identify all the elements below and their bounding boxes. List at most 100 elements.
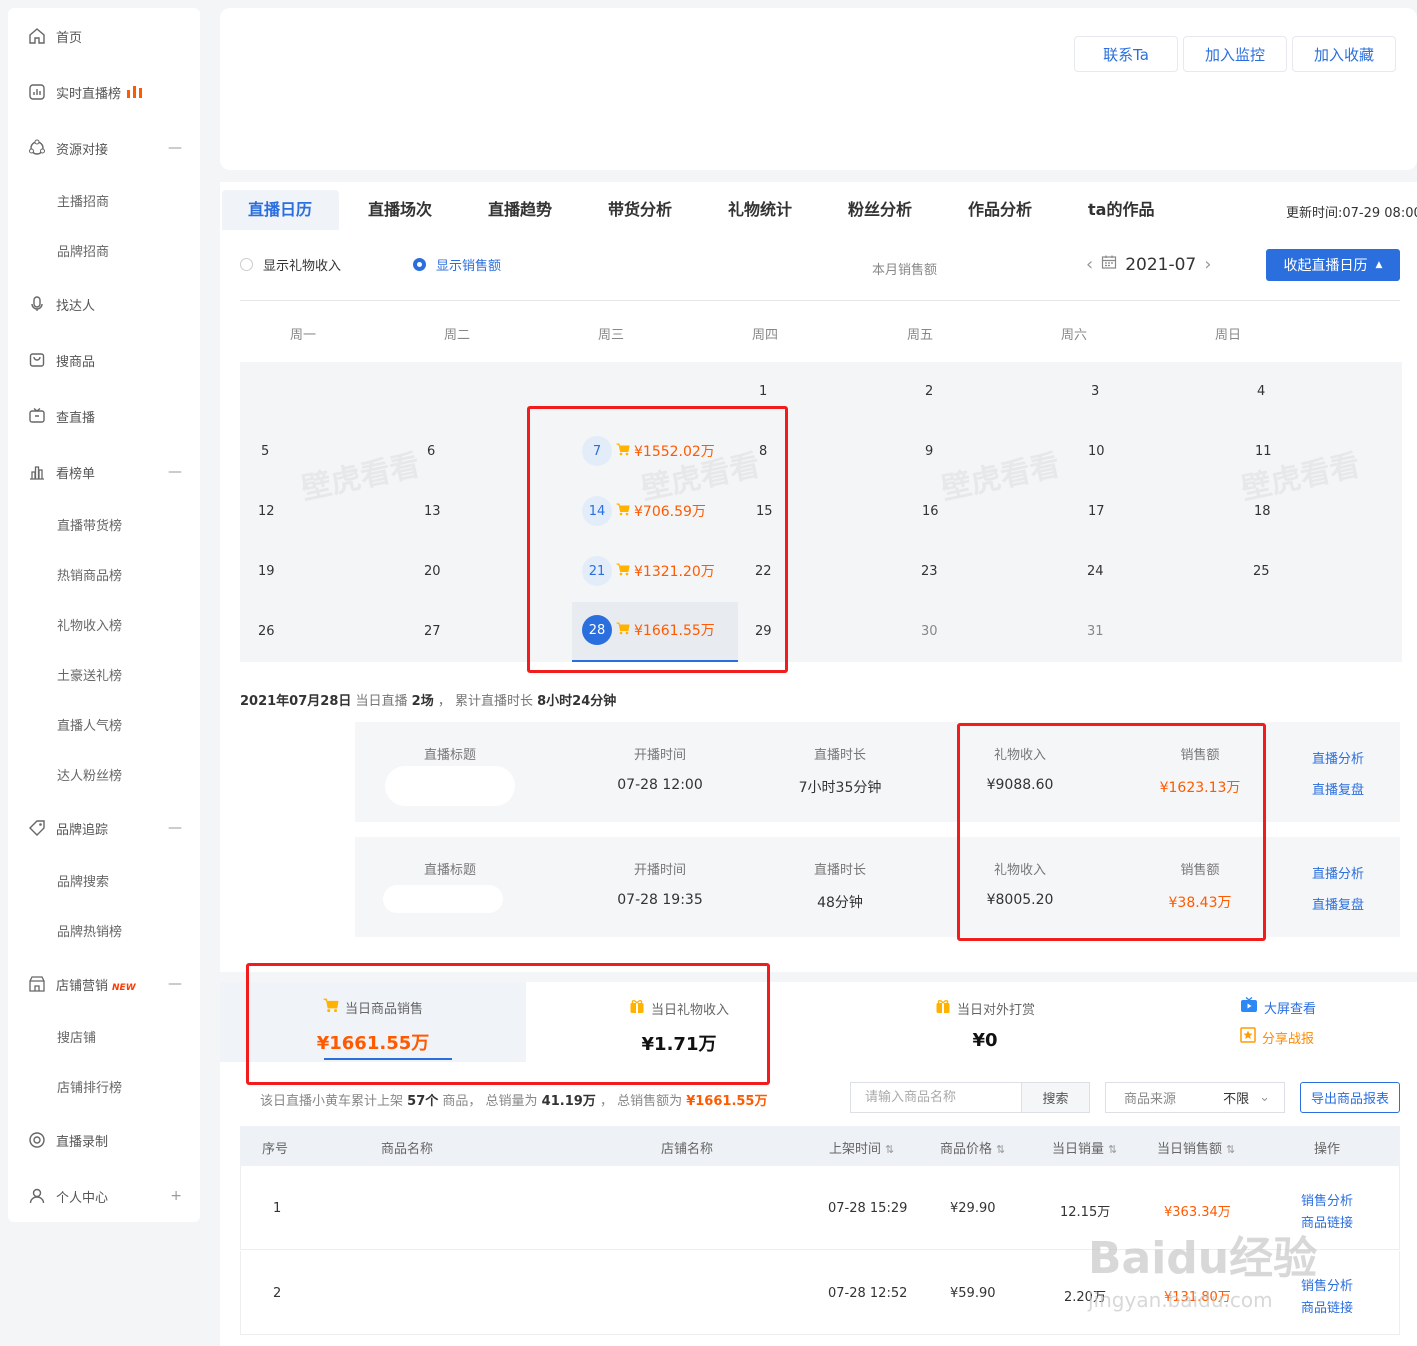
live-day-badge[interactable]: 7 — [582, 436, 612, 466]
tab-works-analysis[interactable]: 作品分析 — [968, 190, 1032, 230]
sub-live-sales-rank[interactable]: 直播带货榜 — [57, 512, 122, 542]
stat-gift-income[interactable]: 当日礼物收入 ¥1.71万 — [526, 982, 832, 1062]
live-review-link[interactable]: 直播复盘 — [1312, 894, 1364, 913]
nav-store-marketing[interactable]: 店铺营销 NEW — — [8, 964, 200, 1004]
calendar-day[interactable]: 31 — [1087, 624, 1104, 639]
add-monitor-button[interactable]: 加入监控 — [1183, 36, 1287, 72]
collapse-icon[interactable]: — — [168, 820, 182, 836]
sub-hot-goods-rank[interactable]: 热销商品榜 — [57, 562, 122, 592]
calendar-day[interactable]: 4 — [1257, 384, 1265, 399]
calendar-day[interactable]: 15 — [756, 504, 773, 519]
sales-analysis-link[interactable]: 销售分析 — [1301, 1275, 1353, 1294]
calendar-day[interactable]: 2 — [925, 384, 933, 399]
calendar-day[interactable]: 3 — [1091, 384, 1099, 399]
sort-icon[interactable]: ⇅ — [996, 1143, 1005, 1156]
contact-button[interactable]: 联系Ta — [1074, 36, 1178, 72]
radio-show-sales[interactable]: 显示销售额 — [413, 255, 501, 274]
collapse-calendar-button[interactable]: 收起直播日历 ▲ — [1266, 249, 1400, 281]
live-day-sales[interactable]: ¥706.59万 — [616, 501, 706, 521]
stat-external-tips[interactable]: 当日对外打赏 ¥0 — [832, 982, 1138, 1062]
collapse-icon[interactable]: — — [168, 140, 182, 156]
tab-live-sessions[interactable]: 直播场次 — [368, 190, 432, 230]
nav-brand-track[interactable]: 品牌追踪 — — [8, 808, 200, 848]
calendar-day[interactable]: 24 — [1087, 564, 1104, 579]
sort-icon[interactable]: ⇅ — [1226, 1143, 1235, 1156]
nav-rankings[interactable]: 看榜单 — — [8, 452, 200, 492]
collapse-icon[interactable]: — — [168, 976, 182, 992]
sub-store-rank[interactable]: 店铺排行榜 — [57, 1074, 122, 1104]
calendar-day[interactable]: 18 — [1254, 504, 1271, 519]
add-favorite-button[interactable]: 加入收藏 — [1292, 36, 1396, 72]
tab-live-trend[interactable]: 直播趋势 — [488, 190, 552, 230]
calendar-day[interactable]: 8 — [759, 444, 767, 459]
calendar-day[interactable]: 23 — [921, 564, 938, 579]
nav-find-influencer[interactable]: 找达人 — [8, 284, 200, 324]
prev-month-icon[interactable]: ‹ — [1086, 254, 1093, 275]
calendar-day[interactable]: 12 — [258, 504, 275, 519]
search-button[interactable]: 搜索 — [1021, 1083, 1089, 1112]
calendar-day[interactable]: 5 — [261, 444, 269, 459]
goods-source-select[interactable]: 商品来源 不限 ⌄ — [1105, 1082, 1285, 1113]
export-goods-report-button[interactable]: 导出商品报表 — [1300, 1082, 1400, 1113]
tab-live-calendar[interactable]: 直播日历 — [248, 190, 312, 230]
radio-show-gift[interactable]: 显示礼物收入 — [240, 255, 341, 274]
calendar-day[interactable]: 29 — [755, 624, 772, 639]
goods-link[interactable]: 商品链接 — [1301, 1212, 1353, 1231]
current-month[interactable]: 2021-07 — [1125, 255, 1196, 275]
sort-icon[interactable]: ⇅ — [1108, 1143, 1117, 1156]
live-day-badge[interactable]: 14 — [582, 496, 612, 526]
sub-brand-invite[interactable]: 品牌招商 — [57, 238, 109, 268]
sub-fans-rank[interactable]: 达人粉丝榜 — [57, 762, 122, 792]
nav-search-goods[interactable]: 搜商品 — [8, 340, 200, 380]
nav-check-live[interactable]: 查直播 — [8, 396, 200, 436]
sub-brand-hot-rank[interactable]: 品牌热销榜 — [57, 918, 122, 948]
th-list-time[interactable]: 上架时间 ⇅ — [829, 1138, 894, 1157]
th-daily-amount[interactable]: 当日销售额 ⇅ — [1157, 1138, 1235, 1157]
sub-gift-income-rank[interactable]: 礼物收入榜 — [57, 612, 122, 642]
tab-gift-stats[interactable]: 礼物统计 — [728, 190, 792, 230]
nav-realtime-rank[interactable]: 实时直播榜 — [8, 72, 200, 112]
calendar-icon[interactable] — [1101, 254, 1117, 275]
collapse-icon[interactable]: — — [168, 464, 182, 480]
live-day-badge-selected[interactable]: 28 — [582, 615, 612, 645]
live-day-badge[interactable]: 21 — [582, 556, 612, 586]
calendar-day[interactable]: 27 — [424, 624, 441, 639]
nav-personal-center[interactable]: 个人中心 + — [8, 1176, 200, 1216]
nav-home[interactable]: 首页 — [8, 16, 200, 56]
stat-goods-sales[interactable]: 当日商品销售 ¥1661.55万 — [220, 982, 526, 1062]
tab-their-works[interactable]: ta的作品 — [1088, 190, 1154, 230]
sub-live-popularity-rank[interactable]: 直播人气榜 — [57, 712, 122, 742]
goods-search-input[interactable] — [851, 1083, 1021, 1112]
calendar-day[interactable]: 26 — [258, 624, 275, 639]
calendar-day[interactable]: 1 — [759, 384, 767, 399]
sub-brand-search[interactable]: 品牌搜索 — [57, 868, 109, 898]
calendar-day[interactable]: 20 — [424, 564, 441, 579]
live-day-sales[interactable]: ¥1661.55万 — [616, 620, 715, 640]
sales-analysis-link[interactable]: 销售分析 — [1301, 1190, 1353, 1209]
th-price[interactable]: 商品价格 ⇅ — [940, 1138, 1005, 1157]
sub-anchor-invite[interactable]: 主播招商 — [57, 188, 109, 218]
calendar-day[interactable]: 30 — [921, 624, 938, 639]
calendar-day[interactable]: 22 — [755, 564, 772, 579]
sub-tycoon-gift-rank[interactable]: 土豪送礼榜 — [57, 662, 122, 692]
tab-sales-analysis[interactable]: 带货分析 — [608, 190, 672, 230]
th-daily-volume[interactable]: 当日销量 ⇅ — [1052, 1138, 1117, 1157]
next-month-icon[interactable]: › — [1204, 254, 1211, 275]
calendar-day[interactable]: 16 — [922, 504, 939, 519]
live-review-link[interactable]: 直播复盘 — [1312, 779, 1364, 798]
share-report-link[interactable]: 分享战报 — [1240, 1027, 1314, 1047]
goods-link[interactable]: 商品链接 — [1301, 1297, 1353, 1316]
sub-search-store[interactable]: 搜店铺 — [57, 1024, 96, 1054]
calendar-day[interactable]: 17 — [1088, 504, 1105, 519]
calendar-day[interactable]: 13 — [424, 504, 441, 519]
expand-icon[interactable]: + — [170, 1188, 182, 1204]
tab-fans-analysis[interactable]: 粉丝分析 — [848, 190, 912, 230]
big-screen-link[interactable]: 大屏查看 — [1240, 996, 1316, 1017]
calendar-day[interactable]: 25 — [1253, 564, 1270, 579]
calendar-day[interactable]: 10 — [1088, 444, 1105, 459]
calendar-day[interactable]: 11 — [1255, 444, 1272, 459]
calendar-day[interactable]: 6 — [427, 444, 435, 459]
live-day-sales[interactable]: ¥1321.20万 — [616, 561, 715, 581]
nav-live-record[interactable]: 直播录制 — [8, 1120, 200, 1160]
sort-icon[interactable]: ⇅ — [885, 1143, 894, 1156]
